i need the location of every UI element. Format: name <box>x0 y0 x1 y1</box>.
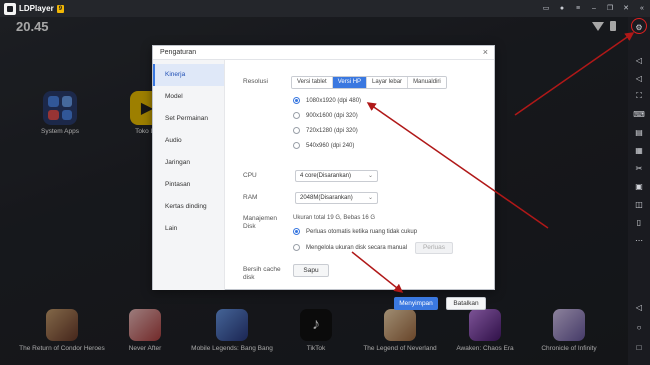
clean-cache-button[interactable]: Sapu <box>293 264 329 277</box>
restore-icon[interactable]: ❐ <box>606 0 614 17</box>
radio-unselected[interactable] <box>293 112 300 119</box>
title-bar: LDPlayer 9 ▭ ● ≡ – ❐ ✕ « <box>0 0 650 17</box>
cancel-button[interactable]: Batalkan <box>446 297 486 310</box>
resolution-option[interactable]: 1080x1920 (dpi 480) <box>293 97 361 104</box>
disk-management-label: Manajemen Disk <box>243 215 277 230</box>
resolution-option-label: 720x1280 (dpi 320) <box>306 127 358 134</box>
ram-label: RAM <box>243 194 258 201</box>
ram-select-value: 2048M(Disarankan) <box>300 195 353 201</box>
shake-icon[interactable]: ▯ <box>628 215 650 229</box>
chevron-down-icon: ⌄ <box>367 173 373 179</box>
back-icon[interactable]: ◁ <box>628 300 650 314</box>
nav-item-lain[interactable]: Lain <box>153 218 224 240</box>
save-button[interactable]: Menyimpan <box>394 297 438 310</box>
resolution-label: Resolusi <box>243 78 268 85</box>
nav-item-kertas-dinding[interactable]: Kertas dinding <box>153 196 224 218</box>
close-icon[interactable]: ✕ <box>622 0 630 17</box>
menu-icon[interactable]: ≡ <box>574 0 582 17</box>
right-toolbar: ⚙ ◁ ◁ ⛶ ⌨ ▤ ▦ ✂ ▣ ◫ ▯ ⋯ ◁ ○ □ <box>628 17 650 365</box>
cpu-select-value: 4 core(Disarankan) <box>300 173 352 179</box>
collapse-sidebar-icon[interactable]: « <box>638 0 646 17</box>
disk-auto-option[interactable]: Perluas otomatis ketika ruang tidak cuku… <box>293 228 417 235</box>
tab-versi-tablet[interactable]: Versi tablet <box>292 77 333 88</box>
tab-versi-hp[interactable]: Versi HP <box>332 77 368 88</box>
clean-cache-label: Bersih cache disk <box>243 266 281 281</box>
recent-apps-icon[interactable]: □ <box>628 340 650 354</box>
dialog-title: Pengaturan <box>160 49 197 56</box>
disk-manual-option[interactable]: Mengelola ukuran disk secara manual <box>293 244 407 251</box>
resolution-option-label: 540x960 (dpi 240) <box>306 142 355 149</box>
highlight-circle <box>631 18 647 34</box>
radio-selected[interactable] <box>293 228 300 235</box>
keyboard-mapping-icon[interactable]: ⌨ <box>628 107 650 121</box>
gamepad-icon[interactable]: ▭ <box>542 0 550 17</box>
settings-content: Resolusi Versi tablet Versi HP Layar leb… <box>225 60 496 290</box>
tab-manualdiri[interactable]: Manualdiri <box>408 77 446 88</box>
disk-info: Ukuran total 19 G, Bebas 16 G <box>293 215 376 221</box>
expand-disk-button[interactable]: Perluas <box>415 242 453 254</box>
cpu-select[interactable]: 4 core(Disarankan) ⌄ <box>295 170 378 182</box>
resolution-option[interactable]: 540x960 (dpi 240) <box>293 142 354 149</box>
nav-item-jaringan[interactable]: Jaringan <box>153 152 224 174</box>
radio-unselected[interactable] <box>293 244 300 251</box>
nav-item-pintasan[interactable]: Pintasan <box>153 174 224 196</box>
chevron-down-icon: ⌄ <box>367 195 373 201</box>
settings-dialog: Pengaturan × Kinerja Model Set Permainan… <box>152 45 496 310</box>
disk-auto-label: Perluas otomatis ketika ruang tidak cuku… <box>306 228 418 235</box>
disk-manual-label: Mengelola ukuran disk secara manual <box>306 244 408 251</box>
fullscreen-icon[interactable]: ⛶ <box>628 89 650 103</box>
install-apk-icon[interactable]: ▤ <box>628 125 650 139</box>
location-icon[interactable]: ◫ <box>628 197 650 211</box>
resolution-tabs: Versi tablet Versi HP Layar lebar Manual… <box>291 76 447 89</box>
nav-item-audio[interactable]: Audio <box>153 130 224 152</box>
more-icon[interactable]: ⋯ <box>628 233 650 247</box>
resolution-option[interactable]: 720x1280 (dpi 320) <box>293 127 358 134</box>
user-icon[interactable]: ● <box>558 0 566 17</box>
home-icon[interactable]: ○ <box>628 320 650 334</box>
minimize-icon[interactable]: – <box>590 0 598 17</box>
nav-item-model[interactable]: Model <box>153 86 224 108</box>
cpu-label: CPU <box>243 172 257 179</box>
dialog-close-icon[interactable]: × <box>483 47 488 57</box>
record-icon[interactable]: ▣ <box>628 179 650 193</box>
multi-instance-icon[interactable]: ▦ <box>628 143 650 157</box>
radio-unselected[interactable] <box>293 127 300 134</box>
volume-down-icon[interactable]: ◁ <box>628 71 650 85</box>
resolution-option-label: 1080x1920 (dpi 480) <box>306 97 362 104</box>
app-title: LDPlayer <box>19 4 54 13</box>
volume-up-icon[interactable]: ◁ <box>628 53 650 67</box>
version-badge: 9 <box>56 4 65 13</box>
radio-unselected[interactable] <box>293 142 300 149</box>
radio-selected[interactable] <box>293 97 300 104</box>
tab-layar-lebar[interactable]: Layar lebar <box>367 77 409 88</box>
settings-nav: Kinerja Model Set Permainan Audio Jaring… <box>153 60 225 290</box>
ram-select[interactable]: 2048M(Disarankan) ⌄ <box>295 192 378 204</box>
nav-item-set-permainan[interactable]: Set Permainan <box>153 108 224 130</box>
resolution-option-label: 900x1600 (dpi 320) <box>306 112 358 119</box>
nav-item-kinerja[interactable]: Kinerja <box>153 64 224 86</box>
scissors-icon[interactable]: ✂ <box>628 161 650 175</box>
resolution-option[interactable]: 900x1600 (dpi 320) <box>293 112 358 119</box>
dialog-header: Pengaturan × <box>153 46 494 60</box>
ldplayer-logo-icon <box>4 2 16 15</box>
